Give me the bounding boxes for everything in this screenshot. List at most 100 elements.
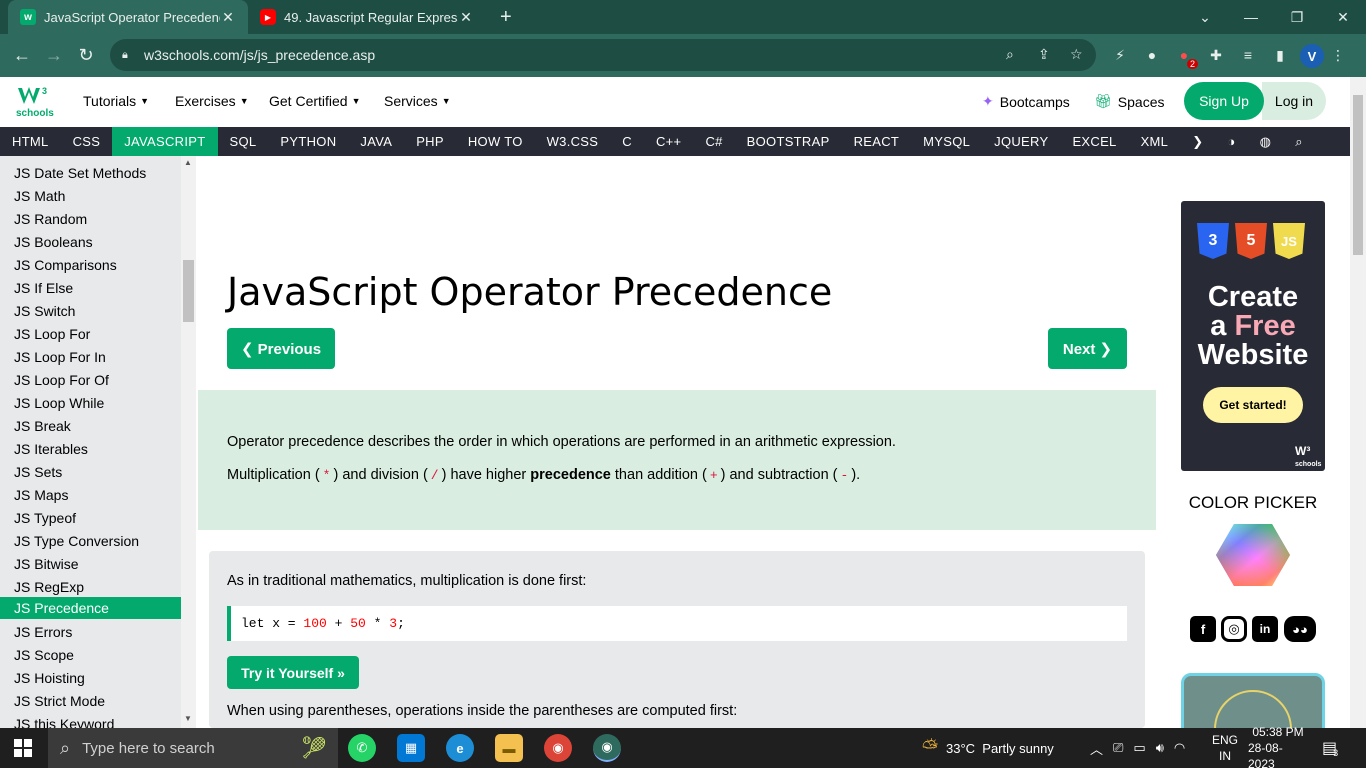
menu-get-certified[interactable]: Get Certified ▼ [269, 93, 361, 109]
browser-tab-inactive[interactable]: ▶ 49. Javascript Regular Expression ✕ [248, 0, 486, 34]
chevron-up-icon[interactable]: ︿ [1090, 739, 1103, 758]
topic-excel[interactable]: EXCEL [1060, 127, 1128, 156]
extension-grey-icon[interactable]: ● [1142, 45, 1162, 65]
close-window-icon[interactable]: ✕ [1320, 0, 1366, 34]
linkedin-icon[interactable]: in [1252, 616, 1278, 642]
try-it-button[interactable]: Try it Yourself » [227, 656, 359, 689]
search-icon[interactable]: ⌕ [1283, 127, 1315, 156]
reading-list-icon[interactable]: ≡ [1238, 45, 1258, 65]
sidebar-item[interactable]: JS If Else [0, 276, 181, 299]
clock[interactable]: 05:38 PM 28-08-2023 [1248, 725, 1308, 771]
instagram-icon[interactable]: ◎ [1221, 616, 1247, 642]
ad-create-website[interactable]: 3 5 JS Create a Free Website Get started… [1181, 201, 1325, 471]
contrast-icon[interactable]: ◑ [1215, 127, 1247, 156]
topic-c[interactable]: C [610, 127, 644, 156]
topic-cpp[interactable]: C++ [644, 127, 693, 156]
close-tab-icon[interactable]: ✕ [220, 9, 236, 26]
topic-xml[interactable]: XML [1129, 127, 1181, 156]
chrome-profile-icon[interactable]: ◉ [593, 734, 621, 762]
scroll-down-icon[interactable]: ▼ [184, 714, 192, 723]
spaces-link[interactable]: 🎁︎ Spaces [1094, 93, 1164, 110]
notification-center[interactable]: ▤ 3 [1322, 728, 1338, 768]
sidebar-item[interactable]: JS Iterables [0, 437, 181, 460]
tab-search-icon[interactable]: ⌄ [1182, 0, 1228, 34]
sidebar-item[interactable]: JS Type Conversion [0, 529, 181, 552]
topic-php[interactable]: PHP [404, 127, 456, 156]
menu-services[interactable]: Services ▼ [384, 93, 451, 109]
topic-csharp[interactable]: C# [693, 127, 734, 156]
login-button[interactable]: Log in [1262, 82, 1326, 120]
puzzle-extensions-icon[interactable]: ✚ [1206, 45, 1226, 65]
sidebar-item[interactable]: JS Hoisting [0, 666, 181, 689]
chrome-icon[interactable]: ◉ [544, 734, 572, 762]
restore-icon[interactable]: ❐ [1274, 0, 1320, 34]
camera-icon[interactable]: ⎚ [1113, 740, 1123, 756]
whatsapp-icon[interactable]: ✆ [348, 734, 376, 762]
share-icon[interactable]: ⇪ [1038, 46, 1050, 63]
sidebar-item[interactable]: JS Scope [0, 643, 181, 666]
battery-icon[interactable]: ▭ [1133, 740, 1145, 756]
speaker-icon[interactable]: 🔊︎ [1156, 740, 1164, 756]
sidebar-item[interactable]: JS Comparisons [0, 253, 181, 276]
facebook-icon[interactable]: f [1190, 616, 1216, 642]
browser-tab-active[interactable]: w JavaScript Operator Precedence ✕ [8, 0, 248, 34]
signup-button[interactable]: Sign Up [1184, 82, 1264, 120]
sidebar-item[interactable]: JS Switch [0, 299, 181, 322]
windows-start-icon[interactable] [14, 739, 32, 757]
page-scrollbar[interactable] [1350, 77, 1366, 728]
topic-howto[interactable]: HOW TO [456, 127, 535, 156]
sidebar-item[interactable]: JS Booleans [0, 230, 181, 253]
profile-avatar[interactable]: V [1300, 44, 1324, 68]
menu-tutorials[interactable]: Tutorials ▼ [83, 93, 149, 109]
system-tray[interactable]: ︿ ⎚ ▭ 🔊︎ ◠ [1090, 728, 1185, 768]
sidebar-item[interactable]: JS Date Set Methods [0, 161, 181, 184]
chrome-menu-icon[interactable]: ⋮ [1328, 45, 1348, 65]
chevron-right-icon[interactable]: ❯ [1180, 127, 1215, 156]
sidebar-item[interactable]: JS Loop While [0, 391, 181, 414]
w3schools-logo[interactable]: 3 schools [16, 82, 56, 122]
sidebar-item-active[interactable]: JS Precedence [0, 597, 181, 619]
sidebar-item[interactable]: JS RegExp [0, 575, 181, 598]
zoom-icon[interactable]: ⌕ [1006, 46, 1014, 63]
topic-java[interactable]: JAVA [348, 127, 404, 156]
weather-widget[interactable]: ⛅︎ 33°C Partly sunny [922, 728, 1054, 768]
sidebar-item[interactable]: JS Break [0, 414, 181, 437]
side-panel-icon[interactable]: ▮ [1270, 45, 1290, 65]
sidebar-item[interactable]: JS Strict Mode [0, 689, 181, 712]
topic-mysql[interactable]: MYSQL [911, 127, 982, 156]
lightning-extension-icon[interactable]: ⚡︎ [1110, 45, 1130, 65]
sidebar-item[interactable]: JS Random [0, 207, 181, 230]
topic-jquery[interactable]: JQUERY [982, 127, 1060, 156]
sidebar-item[interactable]: JS Math [0, 184, 181, 207]
page-scroll-thumb[interactable] [1353, 95, 1363, 255]
topic-html[interactable]: HTML [0, 127, 61, 156]
next-button[interactable]: Next ❯ [1048, 328, 1127, 369]
sidebar-item[interactable]: JS Loop For Of [0, 368, 181, 391]
sidebar-item[interactable]: JS Loop For In [0, 345, 181, 368]
sidebar-item[interactable]: JS Bitwise [0, 552, 181, 575]
sidebar-item[interactable]: JS Maps [0, 483, 181, 506]
discord-icon[interactable]: ◕◕ [1284, 616, 1316, 642]
menu-exercises[interactable]: Exercises ▼ [175, 93, 249, 109]
reload-icon[interactable]: ↻ [74, 44, 98, 66]
sidebar-item[interactable]: JS Sets [0, 460, 181, 483]
file-explorer-icon[interactable]: ▬ [495, 734, 523, 762]
topic-javascript[interactable]: JAVASCRIPT [112, 127, 218, 156]
color-wheel-icon[interactable] [1216, 522, 1290, 588]
sidebar-item[interactable]: JS Errors [0, 620, 181, 643]
minimize-icon[interactable]: — [1228, 0, 1274, 34]
microsoft-store-icon[interactable]: ▦ [397, 734, 425, 762]
topic-w3css[interactable]: W3.CSS [535, 127, 611, 156]
previous-button[interactable]: ❮ Previous [227, 328, 335, 369]
topic-react[interactable]: REACT [842, 127, 912, 156]
wifi-icon[interactable]: ◠ [1174, 740, 1185, 756]
sidebar-scroll-thumb[interactable] [183, 260, 194, 322]
globe-icon[interactable]: ◍ [1248, 127, 1284, 156]
sidebar-item[interactable]: JS Loop For [0, 322, 181, 345]
bootcamps-link[interactable]: ✦ Bootcamps [982, 93, 1070, 110]
scroll-up-icon[interactable]: ▲ [184, 158, 192, 167]
topic-sql[interactable]: SQL [218, 127, 269, 156]
close-tab-icon[interactable]: ✕ [458, 9, 474, 26]
bookmark-star-icon[interactable]: ☆ [1070, 46, 1083, 63]
taskbar-search[interactable]: ⌕ Type here to search 🎾︎ [48, 728, 338, 768]
